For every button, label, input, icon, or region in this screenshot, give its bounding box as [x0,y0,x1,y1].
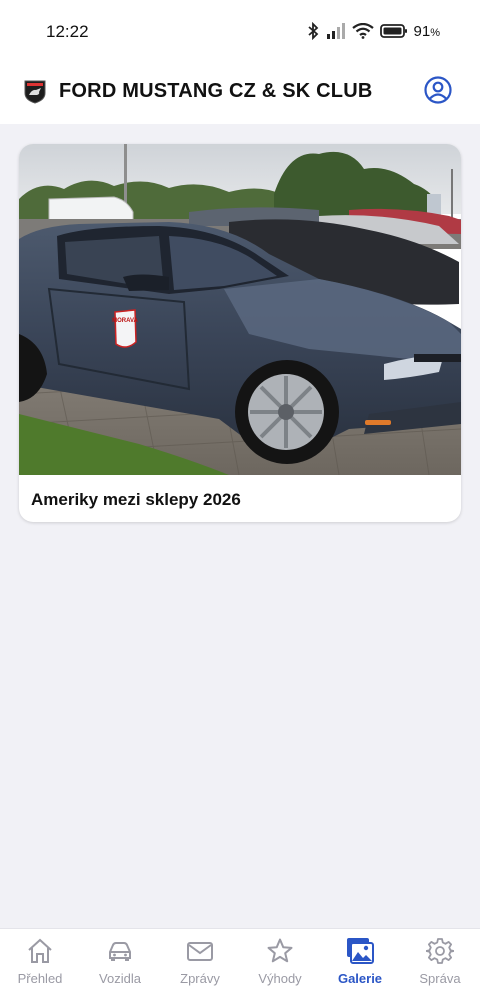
gallery-card[interactable]: MORAVA Ameriky mezi sklepy 2026 [19,144,461,522]
bottom-navigation: Přehled Vozidla Zprávy Výhody Galerie Sp… [0,928,480,998]
nav-item-zpravy[interactable]: Zprávy [160,929,240,998]
status-time: 12:22 [46,22,89,41]
nav-item-vozidla[interactable]: Vozidla [80,929,160,998]
car-icon [109,942,131,961]
battery-icon [379,24,407,38]
status-bar: 12:22 91% [0,0,480,66]
nav-item-prehled[interactable]: Přehled [0,929,80,998]
app-title: FORD MUSTANG CZ & SK CLUB [59,80,373,102]
wifi-icon [351,23,374,39]
bluetooth-icon [307,22,318,40]
account-circle-icon[interactable] [424,76,452,104]
door-decal-text: MORAVA [112,318,138,324]
nav-label: Vozidla [99,971,141,986]
gear-icon [426,938,454,964]
gallery-card-title: Ameriky mezi sklepy 2026 [31,490,241,509]
club-logo-icon [24,80,46,104]
nav-item-vyhody[interactable]: Výhody [240,929,320,998]
mail-icon [187,942,213,961]
signal-icon [326,23,345,39]
star-icon [267,938,293,963]
nav-label: Přehled [17,971,63,986]
nav-label: Správa [419,971,461,986]
nav-item-sprava[interactable]: Správa [400,929,480,998]
battery-percent: 91% [413,22,440,40]
home-icon [28,938,52,963]
app-bar: FORD MUSTANG CZ & SK CLUB [0,66,480,124]
nav-label: Galerie [337,971,383,986]
nav-label: Výhody [258,971,302,986]
status-icons: 91% [306,22,440,40]
nav-label: Zprávy [180,971,220,986]
gallery-icon [347,938,374,964]
nav-item-galerie[interactable]: Galerie [320,929,400,998]
gallery-photo[interactable]: MORAVA [19,144,461,475]
